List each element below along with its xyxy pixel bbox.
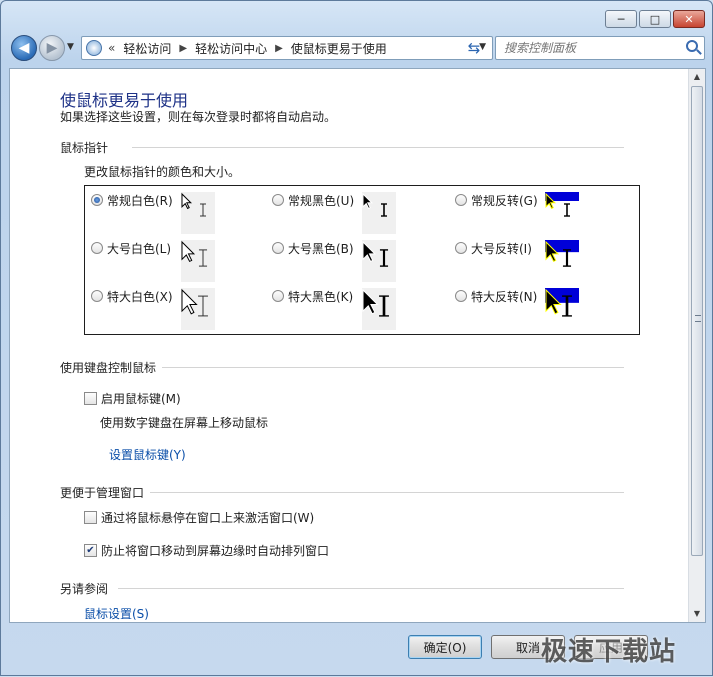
pointer-option-invert-xlarge[interactable]: 特大反转(N) — [455, 288, 579, 330]
history-dropdown-icon[interactable]: ▼ — [67, 42, 74, 52]
pointer-radio[interactable] — [455, 242, 467, 254]
pointer-instruction: 更改鼠标指针的颜色和大小。 — [84, 165, 241, 179]
pointer-option-label[interactable]: 大号黑色(B) — [288, 240, 354, 257]
breadcrumb-ease-of-access-center[interactable]: 轻松访问中心 — [195, 40, 267, 57]
breadcrumb-ease-of-access[interactable]: 轻松访问 — [123, 40, 171, 57]
hover-activate-label[interactable]: 通过将鼠标悬停在窗口上来激活窗口(W) — [101, 509, 314, 526]
refresh-button[interactable]: ⇆ — [461, 36, 487, 60]
breadcrumb-separator-icon[interactable]: ▶ — [275, 43, 283, 54]
address-bar[interactable]: « 轻松访问 ▶ 轻松访问中心 ▶ 使鼠标更易于使用 ▼ — [81, 36, 493, 60]
pointer-option-label[interactable]: 特大白色(X) — [107, 288, 173, 305]
scroll-thumb[interactable] — [691, 86, 703, 556]
hover-activate-checkbox[interactable] — [84, 511, 97, 524]
pointer-option-label[interactable]: 大号白色(L) — [107, 240, 171, 257]
pointer-preview-icon — [545, 288, 579, 330]
set-up-mouse-keys-link[interactable]: 设置鼠标键(Y) — [109, 446, 186, 463]
section-divider — [150, 492, 624, 493]
navigation-bar: ◀ ▶ ▼ « 轻松访问 ▶ 轻松访问中心 ▶ 使鼠标更易于使用 ▼ ⇆ — [9, 33, 705, 61]
caption-buttons: ─ □ ✕ — [605, 10, 705, 28]
close-button[interactable]: ✕ — [673, 10, 705, 28]
page-subtitle: 如果选择这些设置，则在每次登录时都将自动启动。 — [60, 110, 337, 124]
minimize-button[interactable]: ─ — [605, 10, 637, 28]
pointer-option-white-normal[interactable]: 常规白色(R) — [91, 192, 215, 234]
keyboard-section-heading: 使用键盘控制鼠标 — [60, 361, 157, 375]
search-box[interactable] — [495, 36, 705, 60]
minimize-icon: ─ — [617, 12, 625, 26]
prevent-snap-row[interactable]: ✔ 防止将窗口移动到屏幕边缘时自动排列窗口 — [84, 542, 329, 559]
pointer-section-heading: 鼠标指针 — [60, 141, 109, 155]
pointer-radio[interactable] — [91, 290, 103, 302]
pointer-option-label[interactable]: 常规白色(R) — [107, 192, 173, 209]
back-arrow-icon: ◀ — [18, 40, 30, 56]
pointer-radio[interactable] — [91, 194, 103, 206]
pointer-option-invert-large[interactable]: 大号反转(I) — [455, 240, 579, 282]
section-divider — [162, 367, 624, 368]
pointer-option-label[interactable]: 特大反转(N) — [471, 288, 537, 305]
pointer-radio[interactable] — [91, 242, 103, 254]
pointer-option-label[interactable]: 常规反转(G) — [471, 192, 538, 209]
mouse-keys-hint: 使用数字键盘在屏幕上移动鼠标 — [100, 416, 269, 430]
pointer-preview-icon — [181, 240, 215, 282]
pointer-scheme-group: 常规白色(R) 常规黑色(U) 常规反转(G) 大号白色(L) 大号黑色(B) 大号反转(… — [84, 185, 640, 335]
breadcrumb-separator-icon[interactable]: ▶ — [179, 43, 187, 54]
vertical-scrollbar[interactable]: ▲ ▼ — [688, 69, 705, 622]
pointer-preview-icon — [545, 240, 579, 282]
pointer-option-black-large[interactable]: 大号黑色(B) — [272, 240, 396, 282]
pointer-preview-icon — [181, 192, 215, 234]
checkmark-icon: ✔ — [86, 545, 95, 556]
breadcrumb-overflow[interactable]: « — [108, 41, 115, 55]
pointer-radio[interactable] — [272, 242, 284, 254]
pointer-preview-icon — [362, 240, 396, 282]
search-input[interactable] — [496, 37, 676, 59]
pointer-radio[interactable] — [455, 194, 467, 206]
pointer-preview-icon — [362, 288, 396, 330]
content-pane: 使鼠标更易于使用 如果选择这些设置，则在每次登录时都将自动启动。 鼠标指针 更改… — [9, 68, 706, 623]
maximize-button[interactable]: □ — [639, 10, 671, 28]
maximize-icon: □ — [649, 12, 661, 26]
watermark-logo: 极速下载站 — [541, 637, 677, 667]
grip-icon — [695, 315, 701, 322]
scroll-up-icon[interactable]: ▲ — [689, 69, 705, 85]
see-also-heading: 另请参阅 — [60, 582, 109, 596]
prevent-snap-label[interactable]: 防止将窗口移动到屏幕边缘时自动排列窗口 — [101, 542, 329, 559]
pointer-option-black-normal[interactable]: 常规黑色(U) — [272, 192, 396, 234]
pointer-option-invert-normal[interactable]: 常规反转(G) — [455, 192, 579, 234]
forward-button[interactable]: ▶ — [39, 35, 65, 61]
control-panel-icon — [86, 40, 102, 56]
pointer-preview-icon — [362, 192, 396, 234]
breadcrumb-mouse-easier[interactable]: 使鼠标更易于使用 — [291, 40, 387, 57]
mouse-keys-label[interactable]: 启用鼠标键(M) — [101, 390, 181, 407]
pointer-option-black-xlarge[interactable]: 特大黑色(K) — [272, 288, 396, 330]
close-icon: ✕ — [684, 12, 694, 26]
hover-activate-row[interactable]: 通过将鼠标悬停在窗口上来激活窗口(W) — [84, 509, 314, 526]
search-icon[interactable] — [686, 40, 698, 52]
back-button[interactable]: ◀ — [11, 35, 37, 61]
section-divider — [118, 588, 624, 589]
pointer-option-label[interactable]: 常规黑色(U) — [288, 192, 354, 209]
ok-button[interactable]: 确定(O) — [408, 635, 482, 659]
pointer-radio[interactable] — [455, 290, 467, 302]
pointer-option-label[interactable]: 大号反转(I) — [471, 240, 532, 257]
pointer-radio[interactable] — [272, 194, 284, 206]
pointer-radio[interactable] — [272, 290, 284, 302]
pointer-option-label[interactable]: 特大黑色(K) — [288, 288, 353, 305]
pointer-preview-icon — [181, 288, 215, 330]
section-divider — [132, 147, 624, 148]
window-section-heading: 更便于管理窗口 — [60, 486, 145, 500]
mouse-settings-link[interactable]: 鼠标设置(S) — [84, 605, 149, 622]
control-panel-window: ─ □ ✕ ◀ ▶ ▼ « 轻松访问 ▶ 轻松访问中心 ▶ 使鼠标更易于使用 ▼… — [0, 0, 713, 676]
scroll-down-icon[interactable]: ▼ — [689, 606, 705, 622]
mouse-keys-checkbox[interactable] — [84, 392, 97, 405]
refresh-icon: ⇆ — [467, 39, 481, 57]
forward-arrow-icon: ▶ — [46, 40, 58, 56]
pointer-option-white-xlarge[interactable]: 特大白色(X) — [91, 288, 215, 330]
pointer-option-white-large[interactable]: 大号白色(L) — [91, 240, 215, 282]
pointer-preview-icon — [545, 192, 579, 234]
prevent-snap-checkbox[interactable]: ✔ — [84, 544, 97, 557]
mouse-keys-row[interactable]: 启用鼠标键(M) — [84, 390, 181, 407]
